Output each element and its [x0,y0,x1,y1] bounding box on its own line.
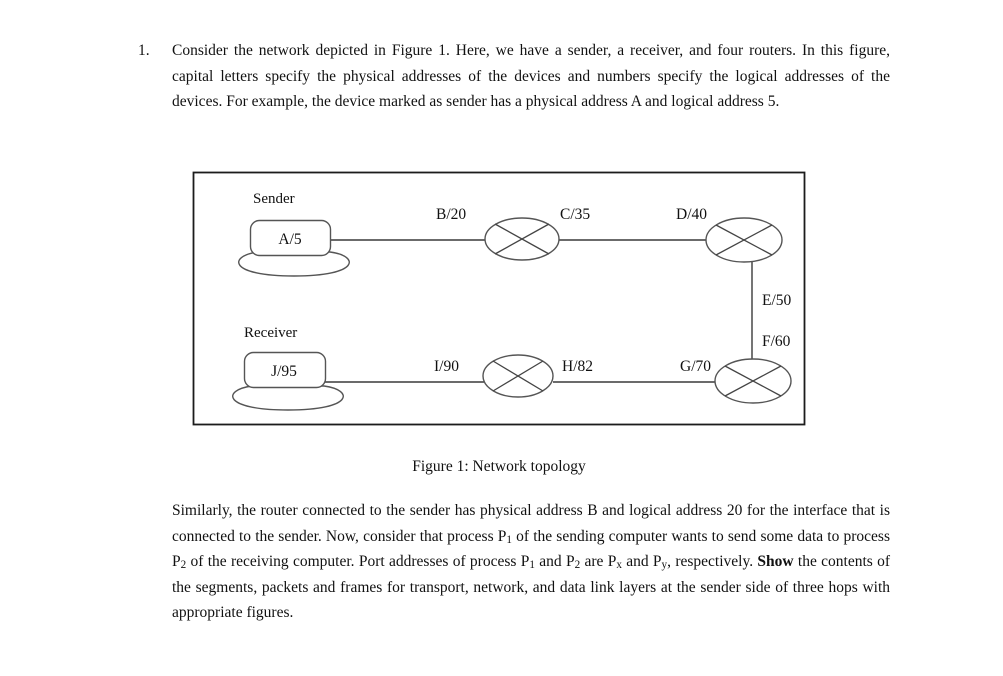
router-i-h-ellipse [482,354,554,398]
figure-caption: Figure 1: Network topology [412,458,586,475]
interface-label-f60: F/60 [762,333,791,350]
receiver-title-label: Receiver [244,325,297,341]
interface-label-b20: B/20 [436,206,466,223]
tail-part-3: of the receiving computer. Port addresse… [186,553,530,570]
receiver-base-ellipse [232,385,344,411]
router-d-e-ellipse [705,217,783,263]
interface-label-e50: E/50 [762,292,792,309]
tail-part-6: and P [621,553,662,570]
interface-label-d40: D/40 [676,206,707,223]
question-block: 1. Consider the network depicted in Figu… [138,38,890,115]
router-d-e [705,217,783,263]
interface-label-h82: H/82 [562,358,593,375]
tail-bold-show: Show [757,553,794,570]
interface-label-i90: I/90 [434,358,459,375]
router-b-c [484,217,560,261]
question-number: 1. [138,42,150,59]
sender-device [238,219,350,277]
sender-title-label: Sender [253,191,295,207]
receiver-screen [243,351,327,389]
sender-base-ellipse [238,251,350,277]
receiver-address-label: J/95 [271,363,297,380]
followup-paragraph: Similarly, the router connected to the s… [172,498,890,626]
document-page: 1. Consider the network depicted in Figu… [0,0,1003,676]
router-b-c-ellipse [484,217,560,261]
sender-screen [249,219,332,257]
interface-label-g70: G/70 [680,358,711,375]
interface-label-c35: C/35 [560,206,590,223]
tail-part-7: , respectively. [667,553,758,570]
router-i-h [482,354,554,398]
tail-part-5: are P [580,553,617,570]
router-g-f-ellipse [714,358,792,404]
sender-address-label: A/5 [278,231,302,248]
question-text: Consider the network depicted in Figure … [172,42,890,110]
receiver-device [232,351,344,411]
tail-part-4: and P [534,553,575,570]
figure-border [192,171,806,426]
router-g-f [714,358,792,404]
